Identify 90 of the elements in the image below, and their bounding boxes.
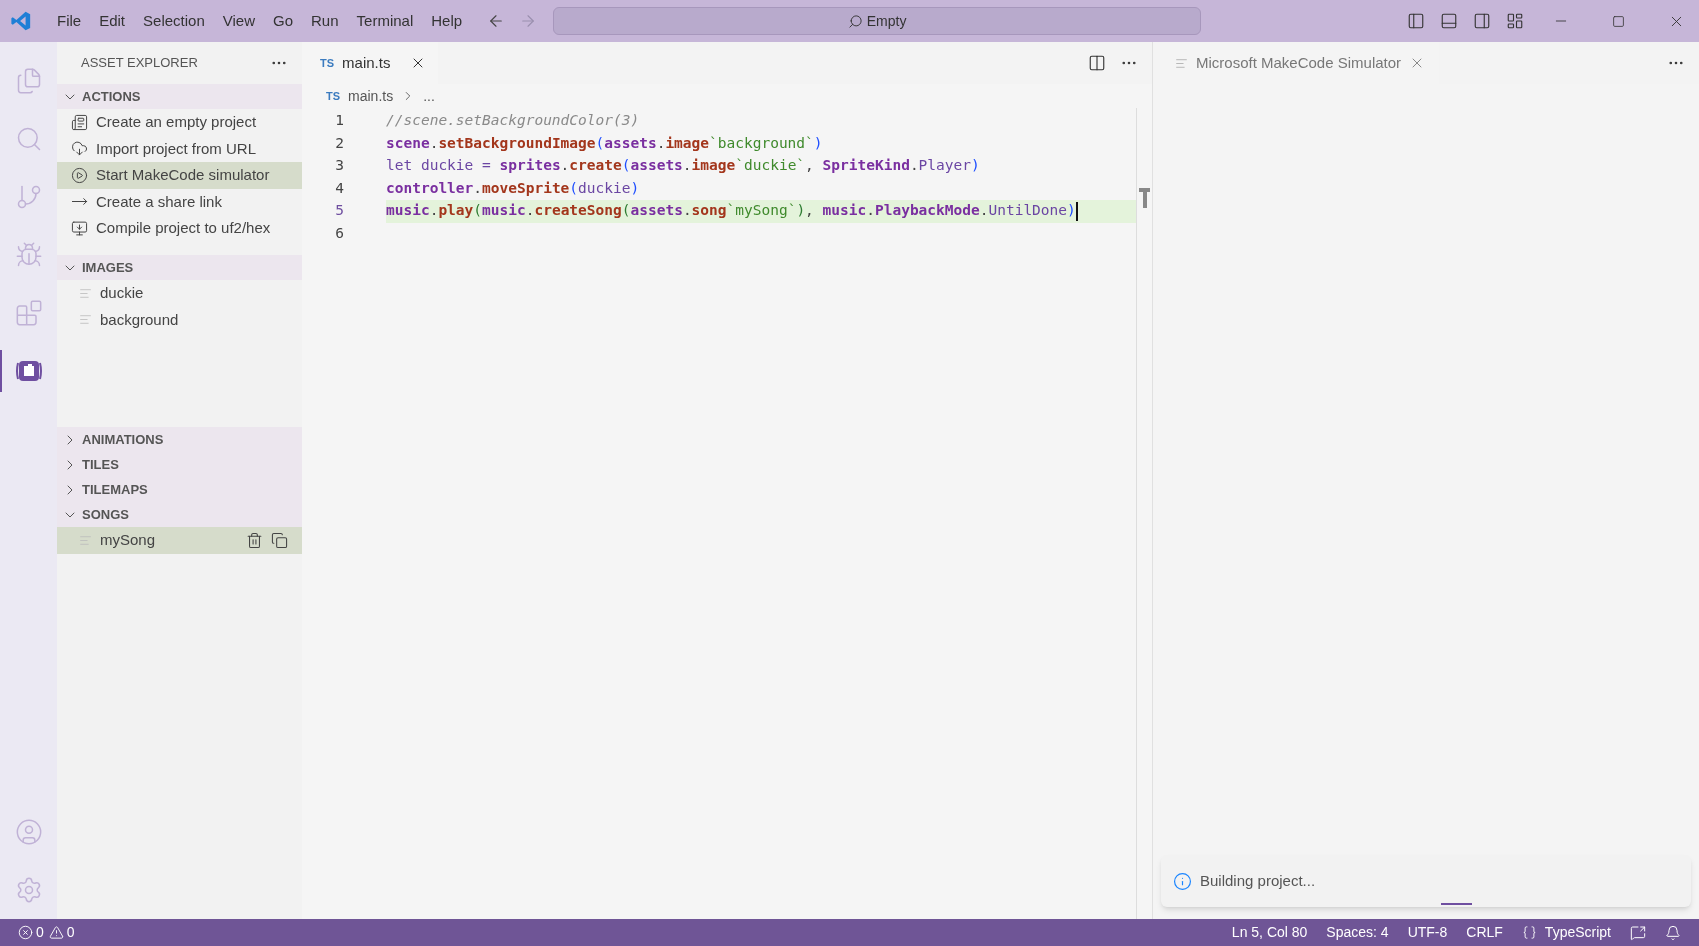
section-header[interactable]: ACTIONS [57, 84, 302, 109]
breadcrumb-more[interactable]: ... [423, 85, 435, 107]
section-header[interactable]: TILES [57, 452, 302, 477]
asset-label: background [100, 309, 180, 330]
section-title: SONGS [82, 505, 129, 524]
code-line: scene.setBackgroundImage(assets.image`background`) [386, 133, 824, 153]
asset-item[interactable]: mySong [57, 527, 302, 554]
action-item[interactable]: Create an empty project [57, 109, 302, 136]
menu-item[interactable]: View [213, 9, 264, 33]
maximize-icon[interactable] [1612, 14, 1625, 28]
line-number: 2 [334, 133, 345, 153]
warning-count[interactable]: 0 [66, 922, 75, 943]
error-count[interactable]: 0 [36, 922, 44, 943]
menu-item[interactable]: Selection [134, 9, 214, 33]
language-label: TS [326, 88, 341, 104]
play-circle-icon [71, 166, 88, 184]
info-icon [1173, 871, 1192, 891]
toggle-sidebar-icon[interactable] [1407, 12, 1425, 30]
file-lines-icon [79, 533, 92, 547]
action-label: Create a share link [96, 191, 222, 212]
command-center[interactable]: Empty [553, 7, 1202, 35]
code-line: controller.moveSprite(duckie) [386, 178, 641, 198]
file-lines-icon [79, 286, 92, 300]
menu-item[interactable]: File [48, 9, 91, 33]
section-title: ACTIONS [82, 87, 141, 106]
copy-icon[interactable] [271, 531, 288, 549]
toggle-panel-icon[interactable] [1440, 12, 1458, 30]
action-item[interactable]: Compile project to uf2/hex [57, 215, 302, 242]
menu-item[interactable]: Run [302, 9, 348, 33]
delete-icon[interactable] [246, 531, 263, 549]
status-item[interactable]: Spaces: 4 [1326, 922, 1389, 943]
command-center-placeholder: Empty [866, 11, 907, 31]
cloud-download-icon [71, 140, 88, 158]
error-icon[interactable] [18, 925, 33, 940]
tab-label: Microsoft MakeCode Simulator [1196, 52, 1402, 73]
language-mode[interactable]: TypeScript [1544, 922, 1611, 943]
split-editor-icon[interactable] [1088, 54, 1106, 72]
action-label: Start MakeCode simulator [96, 165, 270, 185]
file-lines-icon [1175, 56, 1188, 70]
line-number: 3 [334, 156, 345, 176]
braces-icon[interactable] [1521, 925, 1537, 940]
breadcrumb-file[interactable]: main.ts [348, 85, 394, 107]
layout-icon[interactable] [1506, 12, 1524, 30]
section-header[interactable]: ANIMATIONS [57, 427, 302, 452]
asset-label: mySong [100, 530, 157, 550]
action-item[interactable]: Start MakeCode simulator [57, 162, 302, 189]
feedback-icon[interactable] [1630, 924, 1646, 941]
section-title: IMAGES [82, 258, 134, 277]
line-number: 6 [334, 223, 345, 243]
status-item[interactable]: CRLF [1466, 922, 1503, 943]
section-title: TILEMAPS [82, 480, 148, 499]
code-line: let duckie = sprites.create(assets.image`duckie`, SpriteKind.Player) [386, 156, 981, 176]
action-label: Import project from URL [96, 138, 257, 159]
section-header[interactable]: TILEMAPS [57, 477, 302, 502]
section-title: TILES [82, 455, 119, 474]
notification-message: Building project... [1200, 870, 1316, 891]
notifications-icon[interactable] [1665, 924, 1681, 941]
code-line: //scene.setBackgroundColor(3) [386, 111, 641, 131]
toggle-secondary-sidebar-icon[interactable] [1473, 12, 1491, 30]
status-item[interactable]: Ln 5, Col 80 [1231, 922, 1308, 943]
menu-item[interactable]: Terminal [347, 9, 423, 33]
asset-item[interactable]: background [57, 306, 302, 333]
sidebar-title: ASSET EXPLORER [81, 54, 198, 73]
line-number: 4 [334, 178, 345, 198]
monitor-icon [71, 219, 88, 237]
tab-label: main.ts [342, 52, 392, 73]
file-lines-icon [79, 313, 92, 327]
section-header[interactable]: SONGS [57, 502, 302, 527]
section-title: ANIMATIONS [82, 430, 164, 449]
menu-item[interactable]: Edit [90, 9, 135, 33]
menu-item[interactable]: Go [264, 9, 302, 33]
asset-label: duckie [100, 283, 145, 303]
action-item[interactable]: Import project from URL [57, 135, 302, 162]
form-icon [71, 113, 88, 131]
line-number: 1 [334, 111, 345, 131]
active-indicator [0, 350, 2, 392]
progress-indicator [1441, 903, 1472, 905]
asset-item[interactable]: duckie [57, 280, 302, 307]
line-number: 5 [334, 201, 345, 221]
search-icon [847, 13, 863, 29]
action-label: Create an empty project [96, 112, 257, 132]
warning-icon[interactable] [48, 925, 64, 940]
menu-item[interactable]: Help [422, 9, 472, 33]
text-cursor [1075, 201, 1078, 221]
language-label: TS [320, 55, 335, 71]
action-label: Compile project to uf2/hex [96, 218, 271, 238]
status-item[interactable]: UTF-8 [1407, 922, 1448, 943]
action-item[interactable]: Create a share link [57, 188, 302, 215]
section-header[interactable]: IMAGES [57, 255, 302, 280]
app-logo-icon [10, 10, 32, 32]
